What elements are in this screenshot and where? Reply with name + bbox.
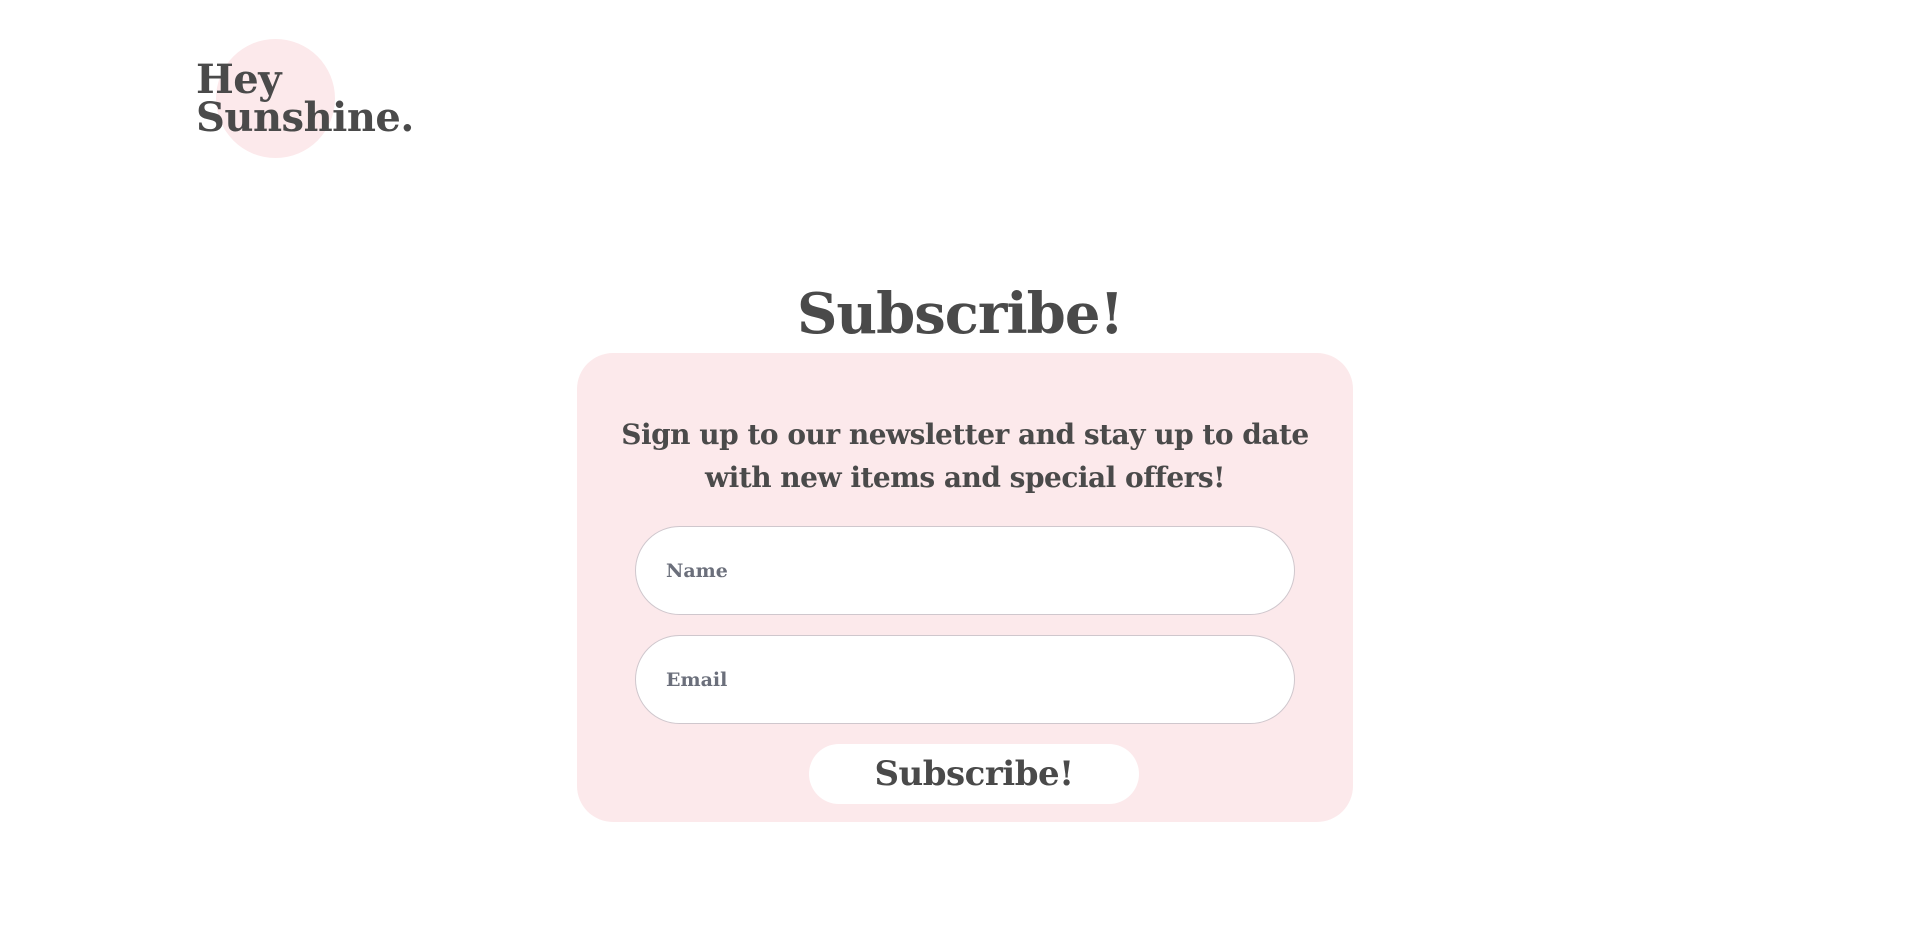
email-input[interactable] xyxy=(635,635,1295,724)
logo-text: Hey Sunshine. xyxy=(196,60,414,141)
signup-description-line-1: Sign up to our newsletter and stay up to… xyxy=(621,418,1309,451)
name-input[interactable] xyxy=(635,526,1295,615)
page-title: Subscribe! xyxy=(796,281,1124,347)
subscribe-button[interactable]: Subscribe! xyxy=(809,744,1139,804)
newsletter-signup-card: Sign up to our newsletter and stay up to… xyxy=(577,353,1353,822)
signup-description: Sign up to our newsletter and stay up to… xyxy=(577,413,1353,499)
logo-line-sunshine: Sunshine. xyxy=(196,94,414,141)
brand-logo[interactable]: Hey Sunshine. xyxy=(196,39,436,159)
signup-description-line-2: with new items and special offers! xyxy=(705,461,1225,494)
